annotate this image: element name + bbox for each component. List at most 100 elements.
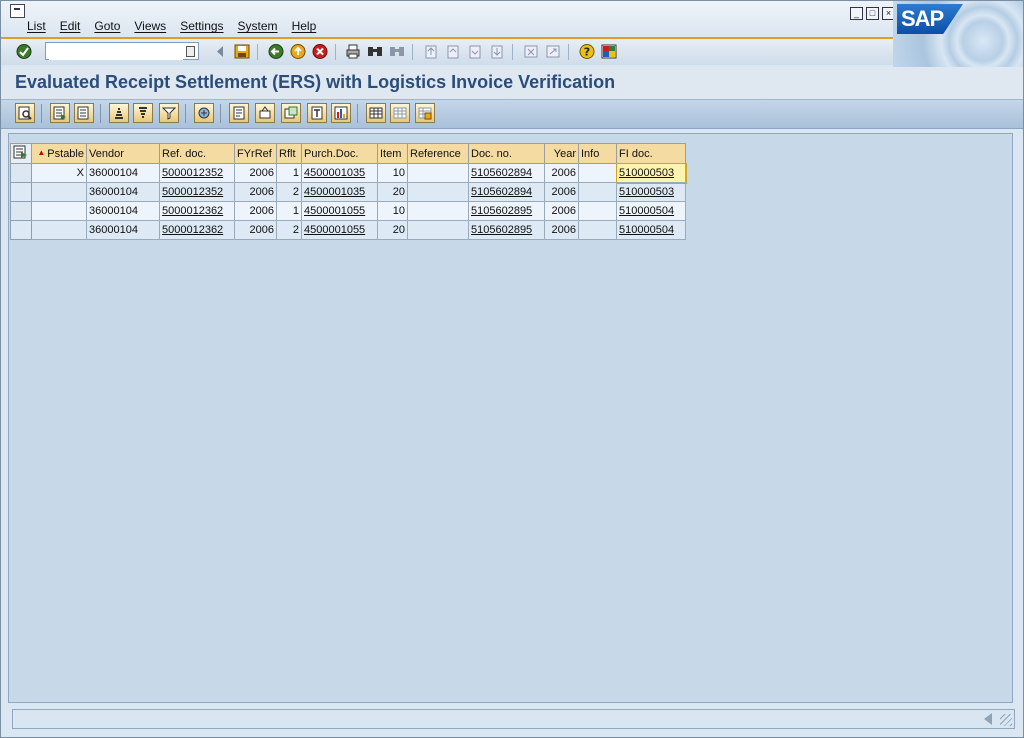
col-header-reference[interactable]: Reference	[407, 143, 469, 164]
create-session-icon[interactable]	[522, 43, 540, 60]
col-header-vendor[interactable]: Vendor	[86, 143, 160, 164]
menu-item-system[interactable]: System	[238, 19, 278, 33]
page-title: Evaluated Receipt Settlement (ERS) with …	[15, 72, 616, 92]
cell-doc-no[interactable]: 5105602894	[468, 163, 545, 183]
menu-item-goto[interactable]: Goto	[94, 19, 120, 33]
row-selector[interactable]	[10, 163, 32, 183]
cell-pstable	[31, 182, 87, 202]
table-row: 36000104 5000012362 2006 1 4500001055 10…	[10, 201, 686, 221]
cell-ref-doc[interactable]: 5000012362	[159, 201, 235, 221]
cell-pstable	[31, 201, 87, 221]
cell-purch-doc[interactable]: 4500001055	[301, 201, 378, 221]
sap-window: List Edit Goto Views Settings System Hel…	[0, 0, 1024, 738]
cell-doc-no[interactable]: 5105602895	[468, 220, 545, 240]
table-row: 36000104 5000012362 2006 2 4500001055 20…	[10, 220, 686, 240]
cancel-icon[interactable]	[311, 43, 329, 60]
col-header-item[interactable]: Item	[377, 143, 408, 164]
maximize-icon[interactable]: □	[866, 7, 879, 20]
col-header-year[interactable]: Year	[544, 143, 579, 164]
col-header-rflt[interactable]: Rflt	[276, 143, 302, 164]
deselect-all-icon[interactable]	[74, 103, 94, 123]
command-input[interactable]	[49, 44, 183, 60]
local-file-icon[interactable]	[307, 103, 327, 123]
table-row: X 36000104 5000012352 2006 1 4500001035 …	[10, 162, 687, 184]
cell-item: 20	[377, 220, 408, 240]
save-layout-icon[interactable]	[415, 103, 435, 123]
toolbar-separator	[512, 44, 513, 60]
menu-item-help[interactable]: Help	[292, 19, 317, 33]
change-layout-icon[interactable]	[366, 103, 386, 123]
word-processing-icon[interactable]	[255, 103, 275, 123]
cell-fi-doc[interactable]: 510000503	[615, 162, 687, 184]
total-icon[interactable]	[194, 103, 214, 123]
row-selector[interactable]	[10, 220, 32, 240]
cell-rflt: 1	[276, 201, 302, 221]
command-history-icon[interactable]	[186, 46, 195, 57]
customize-layout-icon[interactable]	[600, 43, 618, 60]
cell-info	[578, 163, 617, 183]
filter-icon[interactable]	[159, 103, 179, 123]
cell-fyrref: 2006	[234, 182, 277, 202]
col-header-pstable[interactable]: ▲ Pstable	[31, 143, 87, 164]
col-header-info[interactable]: Info	[578, 143, 617, 164]
find-next-icon[interactable]	[388, 43, 406, 60]
cell-rflt: 2	[276, 182, 302, 202]
row-selector[interactable]	[10, 182, 32, 202]
graphic-icon[interactable]	[331, 103, 351, 123]
exit-icon[interactable]	[289, 43, 307, 60]
col-header-doc-no[interactable]: Doc. no.	[468, 143, 545, 164]
collapse-command-icon[interactable]	[212, 43, 230, 60]
command-field[interactable]	[45, 42, 199, 60]
cell-ref-doc[interactable]: 5000012352	[159, 163, 235, 183]
cell-fi-doc[interactable]: 510000504	[616, 220, 686, 240]
cell-fi-doc[interactable]: 510000504	[616, 201, 686, 221]
help-icon[interactable]: ?	[578, 43, 596, 60]
last-page-icon[interactable]	[488, 43, 506, 60]
cell-reference	[407, 163, 469, 183]
select-layout-icon[interactable]	[390, 103, 410, 123]
menu-item-settings[interactable]: Settings	[180, 19, 223, 33]
col-header-ref-doc[interactable]: Ref. doc.	[159, 143, 235, 164]
toolbar-separator	[357, 104, 358, 123]
menu-item-views[interactable]: Views	[134, 19, 166, 33]
minimize-icon[interactable]: _	[850, 7, 863, 20]
menu-item-list[interactable]: List	[27, 19, 46, 33]
col-header-purch-doc[interactable]: Purch.Doc.	[301, 143, 378, 164]
find-icon[interactable]	[366, 43, 384, 60]
sort-ascending-icon[interactable]	[109, 103, 129, 123]
col-header-fyrref[interactable]: FYrRef	[234, 143, 277, 164]
previous-page-icon[interactable]	[444, 43, 462, 60]
print-preview-icon[interactable]	[229, 103, 249, 123]
select-all-icon[interactable]	[50, 103, 70, 123]
resize-grip-icon[interactable]	[1000, 714, 1012, 726]
next-page-icon[interactable]	[466, 43, 484, 60]
cell-fi-doc[interactable]: 510000503	[616, 182, 686, 202]
back-icon[interactable]	[267, 43, 285, 60]
cell-ref-doc[interactable]: 5000012352	[159, 182, 235, 202]
spreadsheet-icon[interactable]	[281, 103, 301, 123]
cell-purch-doc[interactable]: 4500001035	[301, 163, 378, 183]
cell-ref-doc[interactable]: 5000012362	[159, 220, 235, 240]
menu-bar: List Edit Goto Views Settings System Hel…	[1, 1, 1023, 39]
sort-indicator-icon: ▲	[37, 147, 46, 157]
status-collapse-icon[interactable]	[984, 713, 992, 725]
cell-doc-no[interactable]: 5105602894	[468, 182, 545, 202]
select-all-grid-icon	[13, 145, 27, 159]
content-area: ▲ Pstable Vendor Ref. doc. FYrRef Rflt Pu…	[8, 133, 1013, 703]
create-shortcut-icon[interactable]	[544, 43, 562, 60]
standard-toolbar: ?	[1, 39, 893, 65]
row-selector[interactable]	[10, 201, 32, 221]
cell-purch-doc[interactable]: 4500001035	[301, 182, 378, 202]
cell-doc-no[interactable]: 5105602895	[468, 201, 545, 221]
system-menu-icon[interactable]	[10, 4, 25, 18]
print-icon[interactable]	[344, 43, 362, 60]
first-page-icon[interactable]	[422, 43, 440, 60]
menu-item-edit[interactable]: Edit	[60, 19, 81, 33]
enter-icon[interactable]	[15, 43, 33, 60]
save-icon[interactable]	[233, 43, 251, 60]
details-icon[interactable]	[15, 103, 35, 123]
select-all-cell[interactable]	[10, 143, 32, 164]
cell-purch-doc[interactable]: 4500001055	[301, 220, 378, 240]
col-header-fi-doc[interactable]: FI doc.	[616, 143, 686, 164]
sort-descending-icon[interactable]	[133, 103, 153, 123]
